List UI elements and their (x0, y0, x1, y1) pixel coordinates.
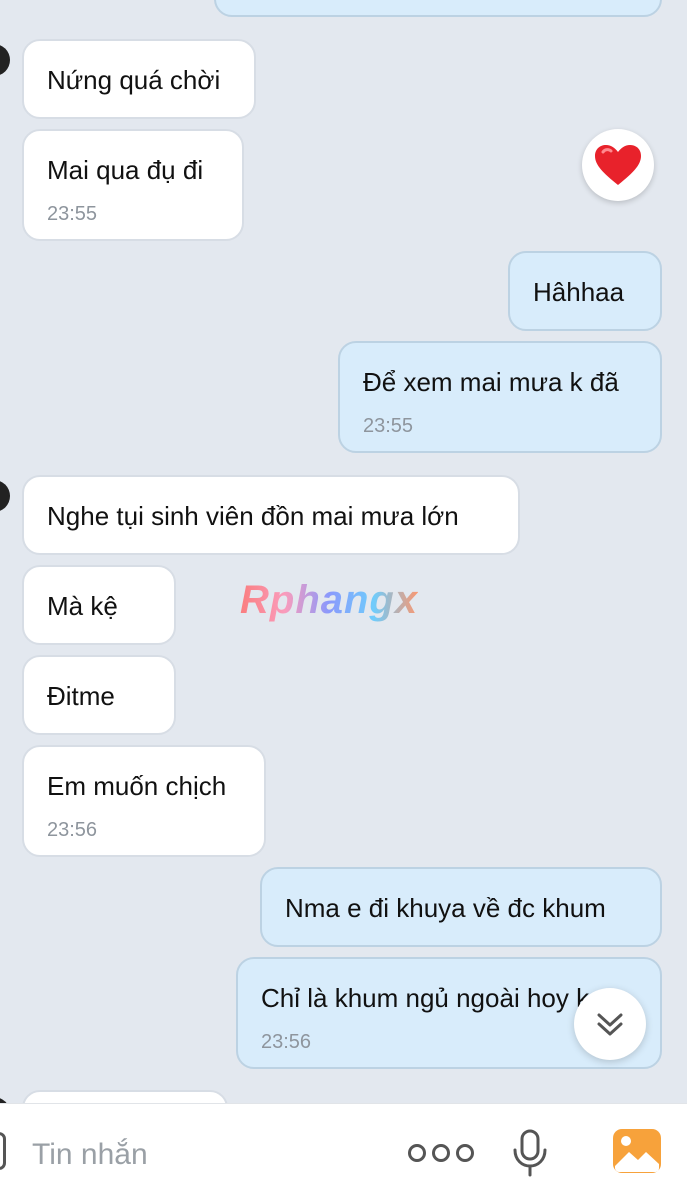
message-bubble-outgoing[interactable]: Để xem mai mưa k đã 23:55 (338, 341, 662, 453)
message-timestamp: 23:56 (261, 1031, 312, 1053)
message-input[interactable]: Tin nhắn (32, 1138, 148, 1172)
message-bubble-outgoing[interactable] (214, 0, 662, 17)
message-bubble-incoming[interactable]: Đitme (22, 655, 176, 735)
image-picker-icon[interactable] (612, 1128, 662, 1174)
scroll-to-bottom-button[interactable] (574, 988, 646, 1060)
watermark-logo: Rphangx (240, 578, 419, 622)
message-bubble-incoming[interactable]: Mai qua đụ đi 23:55 (22, 129, 244, 241)
message-text: Mai qua đụ đi (47, 155, 204, 185)
message-bubble-incoming[interactable]: Em muốn chịch 23:56 (22, 745, 266, 857)
message-timestamp: 23:55 (47, 203, 98, 225)
message-bubble-incoming[interactable]: Nghe tụi sinh viên đồn mai mưa lớn (22, 475, 520, 555)
message-bubble-outgoing[interactable]: Nma e đi khuya về đc khum (260, 867, 662, 947)
message-text: Chỉ là khum ngủ ngoài hoy k (261, 983, 590, 1013)
heart-reaction-button[interactable] (582, 129, 654, 201)
message-text: Để xem mai mưa k đã (363, 367, 619, 397)
message-bubble-incoming[interactable]: Mà kệ (22, 565, 176, 645)
microphone-icon[interactable] (510, 1128, 550, 1178)
sticker-icon[interactable] (0, 1132, 6, 1170)
message-bubble-incoming[interactable]: Nứng quá chời (22, 39, 256, 119)
message-text: Nma e đi khuya về đc khum (285, 893, 606, 923)
message-text: Hâhhaa (533, 277, 625, 307)
avatar[interactable] (0, 44, 10, 76)
message-timestamp: 23:56 (47, 819, 98, 841)
message-text: Đitme (47, 681, 115, 711)
message-bubble-incoming[interactable] (22, 1090, 228, 1103)
message-timestamp: 23:55 (363, 415, 414, 437)
message-list[interactable]: Nứng quá chời Mai qua đụ đi 23:55 Hâhhaa… (0, 0, 687, 1103)
more-options-icon[interactable] (408, 1144, 474, 1162)
message-text: Em muốn chịch (47, 771, 227, 801)
message-text: Nứng quá chời (47, 65, 221, 95)
message-text: Nghe tụi sinh viên đồn mai mưa lớn (47, 501, 459, 531)
message-bubble-outgoing[interactable]: Hâhhaa (508, 251, 662, 331)
message-composer: Tin nhắn (0, 1103, 687, 1200)
scroll-down-icon (597, 1013, 623, 1036)
heart-icon (595, 145, 641, 185)
avatar[interactable] (0, 480, 10, 512)
message-text: Mà kệ (47, 591, 118, 621)
